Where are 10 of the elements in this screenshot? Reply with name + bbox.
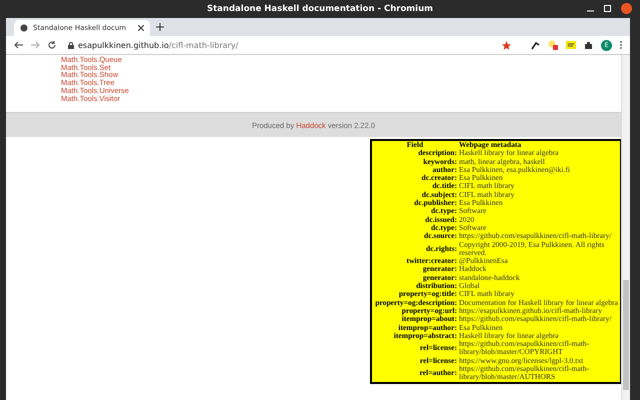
- star-icon[interactable]: [502, 40, 511, 50]
- back-icon[interactable]: [14, 41, 23, 49]
- globe-icon: [20, 24, 28, 32]
- puzzle-icon[interactable]: [584, 40, 593, 50]
- lock-icon: [68, 42, 74, 48]
- reload-icon[interactable]: [48, 41, 56, 49]
- new-tab-icon[interactable]: [156, 23, 164, 31]
- window-title: Standalone Haskell documentation - Chromium: [206, 4, 433, 14]
- close-icon[interactable]: [138, 25, 144, 31]
- maximize-icon[interactable]: [604, 5, 611, 12]
